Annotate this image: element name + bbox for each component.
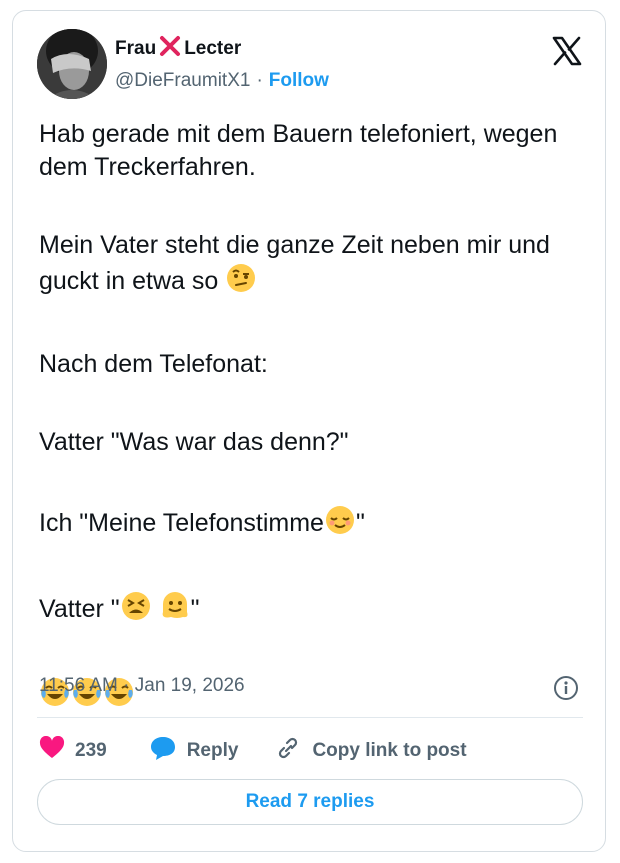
tired-face-emoji <box>120 590 152 631</box>
author-name-last: Lecter <box>184 37 242 59</box>
copy-link-label: Copy link to post <box>312 740 467 761</box>
reply-label: Reply <box>186 740 239 761</box>
tweet-paragraph: Vatter " " <box>39 590 579 631</box>
separator-dot: · <box>256 70 263 91</box>
tweet-paragraph: Vatter "Was war das denn?" <box>39 428 349 456</box>
x-logo-icon[interactable] <box>551 35 583 67</box>
melting-face-emoji <box>159 590 191 631</box>
divider <box>37 717 583 718</box>
raised-eyebrow-emoji <box>225 262 257 303</box>
timestamp[interactable]: 11:56 AM · Jan 19, 2026 <box>39 675 245 697</box>
tweet-paragraph: Mein Vater steht die ganze Zeit neben mi… <box>39 229 579 303</box>
info-icon[interactable] <box>553 675 579 701</box>
follow-button[interactable]: Follow <box>269 70 329 92</box>
author-name-first: Frau <box>115 37 157 59</box>
cross-mark-icon <box>159 35 181 62</box>
tweet-paragraph: Nach dem Telefonat: <box>39 350 268 378</box>
avatar[interactable] <box>37 29 107 99</box>
author-handle[interactable]: @DieFraumitX1 <box>115 70 250 92</box>
reply-bubble-icon <box>149 735 177 767</box>
action-bar: 239 Reply Copy link to post <box>39 735 467 767</box>
author-name[interactable]: Frau Lecter <box>115 35 241 62</box>
tweet-card: Frau Lecter @DieFraumitX1 · Follow Hab g… <box>12 10 606 852</box>
reply-button[interactable]: Reply <box>149 735 239 767</box>
tweet-text: Hab gerade mit dem Bauern telefoniert, w… <box>39 118 579 717</box>
read-replies-button[interactable]: Read 7 replies <box>37 779 583 825</box>
tweet-paragraph: Ich "Meine Telefonstimme " <box>39 504 579 545</box>
like-button[interactable]: 239 <box>39 735 107 766</box>
link-icon <box>274 735 302 767</box>
tweet-paragraph: Hab gerade mit dem Bauern telefoniert, w… <box>39 120 558 181</box>
like-count: 239 <box>75 740 107 761</box>
relieved-face-emoji <box>324 504 356 545</box>
handle-row: @DieFraumitX1 · Follow <box>115 70 329 92</box>
heart-icon <box>39 735 65 766</box>
copy-link-button[interactable]: Copy link to post <box>274 735 467 767</box>
